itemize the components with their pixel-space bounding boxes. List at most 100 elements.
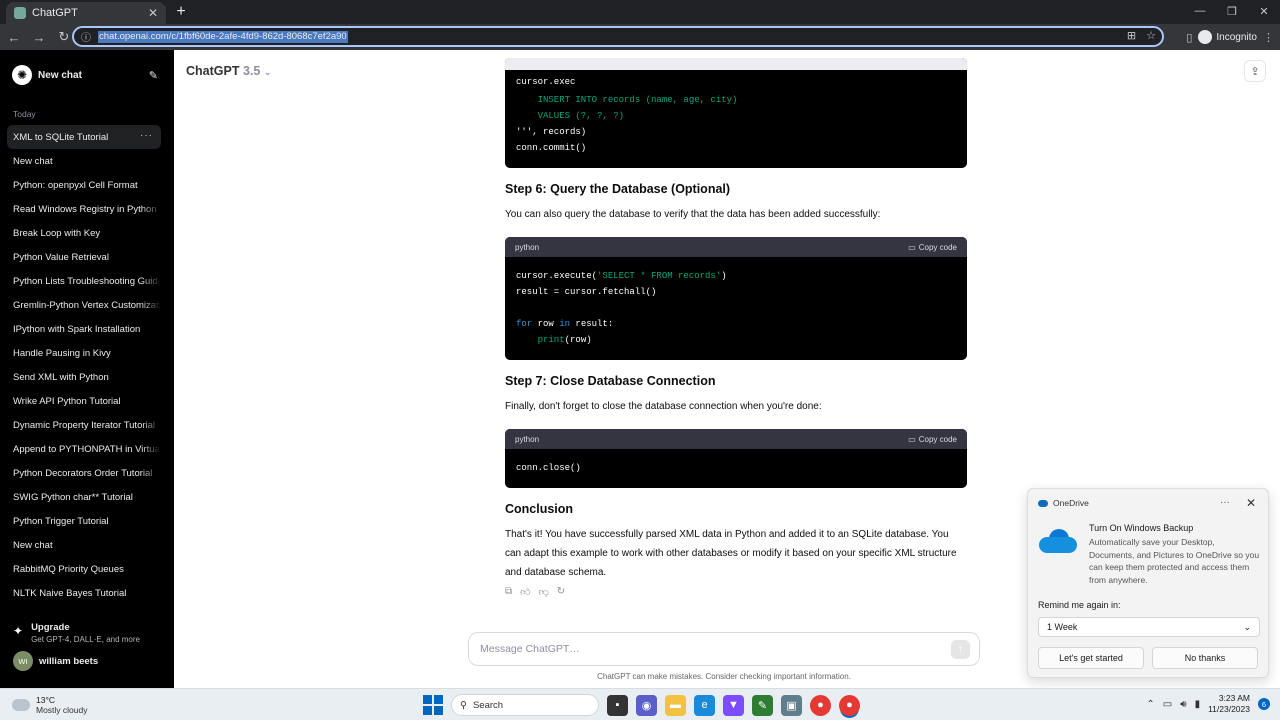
image-app-icon[interactable]: ▣	[781, 694, 802, 716]
search-icon: ⚲	[460, 699, 467, 711]
sidebar-item-label: New chat	[13, 155, 53, 167]
sidebar-item[interactable]: Python Value Retrieval	[7, 245, 161, 269]
sidebar-item[interactable]: IPython with Spark Installation	[7, 317, 161, 341]
incognito-profile[interactable]: Incognito	[1198, 30, 1257, 44]
browser-tab[interactable]: ChatGPT ✕	[6, 2, 166, 24]
close-icon[interactable]: ✕	[1246, 496, 1256, 510]
incognito-icon	[1198, 30, 1213, 44]
sidebar-item-active[interactable]: XML to SQLite Tutorial ···	[7, 125, 161, 149]
code-language: python	[515, 242, 540, 252]
sidebar-item-label: Handle Pausing in Kivy	[13, 347, 111, 359]
notification-badge[interactable]: 6	[1258, 698, 1270, 710]
user-menu[interactable]: WI william beets	[13, 651, 98, 671]
restore-button[interactable]: ❐	[1216, 0, 1248, 22]
toast-title: Turn On Windows Backup	[1089, 523, 1194, 533]
weather-widget[interactable]: 13°C Mostly cloudy	[12, 695, 88, 715]
user-name: william beets	[39, 655, 99, 667]
window-controls: — ❐ ✕	[1184, 0, 1280, 24]
no-thanks-button[interactable]: No thanks	[1152, 647, 1258, 669]
upgrade-button[interactable]: ✦ Upgrade Get GPT-4, DALL·E, and more	[13, 622, 140, 644]
copy-code-button[interactable]: ▭ Copy code	[908, 435, 957, 444]
teams-chat-icon[interactable]: ◉	[636, 694, 657, 716]
sidebar-item[interactable]: Python: openpyxl Cell Format	[7, 173, 161, 197]
more-options-icon[interactable]: ···	[1220, 497, 1230, 508]
code-block: cursor.executemany( INSERT INTO records …	[505, 58, 967, 168]
send-button[interactable]: ↑	[951, 640, 970, 659]
network-icon[interactable]: ▭	[1163, 699, 1172, 710]
url-text[interactable]: chat.openai.com/c/1fbf60de-2afe-4fd9-862…	[98, 30, 348, 43]
notepad-app-icon[interactable]: ✎	[752, 694, 773, 716]
sidebar-item[interactable]: Send XML with Python	[7, 365, 161, 389]
conclusion-heading: Conclusion	[505, 502, 574, 516]
date: 11/23/2023	[1208, 704, 1250, 714]
windows-start-icon[interactable]	[423, 695, 443, 715]
sidebar-item[interactable]: NLTK Naive Bayes Tutorial	[7, 581, 161, 605]
edge-icon[interactable]: e	[694, 694, 715, 716]
task-view-icon[interactable]: ▪	[607, 694, 628, 716]
back-button[interactable]: ←	[3, 26, 25, 48]
sidebar-item[interactable]: Wrike API Python Tutorial	[7, 389, 161, 413]
sidebar-item[interactable]: Python Lists Troubleshooting Guide	[7, 269, 161, 293]
message-input[interactable]	[480, 643, 920, 655]
sidebar-item[interactable]: Handle Pausing in Kivy	[7, 341, 161, 365]
sidebar-item[interactable]: Python Trigger Tutorial	[7, 509, 161, 533]
sidebar-item[interactable]: Append to PYTHONPATH in Virtualenv	[7, 437, 161, 461]
sidebar-item[interactable]: New chat	[7, 533, 161, 557]
more-options-icon[interactable]: ···	[140, 130, 153, 141]
toast-app-name: OneDrive	[1053, 498, 1089, 508]
thumbs-down-icon[interactable]: 👎︎	[539, 586, 549, 598]
upgrade-subtitle: Get GPT-4, DALL·E, and more	[31, 635, 140, 644]
new-chat-button[interactable]: ✺ New chat ✎	[6, 62, 164, 88]
sidebar-item-label: Send XML with Python	[13, 371, 109, 383]
clock[interactable]: 3:23 AM 11/23/2023	[1208, 693, 1250, 715]
regenerate-icon[interactable]: ↻	[557, 586, 565, 598]
sidepanel-icon[interactable]: ▯	[1186, 31, 1192, 44]
chrome-icon[interactable]: ●	[810, 694, 831, 716]
share-button[interactable]: ⇪	[1244, 60, 1266, 82]
forward-button[interactable]: →	[28, 26, 50, 48]
sidebar-item[interactable]: Read Windows Registry in Python	[7, 197, 161, 221]
battery-icon[interactable]: ▮	[1195, 699, 1201, 710]
sidebar-item[interactable]: SWIG Python char** Tutorial	[7, 485, 161, 509]
toast-header: OneDrive	[1038, 498, 1089, 508]
copy-icon[interactable]: ⧉	[505, 586, 512, 598]
history-section-label: Today	[13, 109, 36, 119]
chevron-down-icon: ⌄	[263, 67, 272, 77]
menu-kebab-icon[interactable]: ⋮	[1263, 31, 1274, 44]
lets-get-started-button[interactable]: Let's get started	[1038, 647, 1144, 669]
new-chat-label: New chat	[38, 69, 82, 81]
sidebar-item[interactable]: Python Decorators Order Tutorial	[7, 461, 161, 485]
chatgpt-favicon-icon	[14, 7, 26, 19]
bookmark-star-icon[interactable]: ☆	[1146, 29, 1156, 42]
site-info-icon[interactable]: ⓘ	[80, 31, 92, 44]
vpn-app-icon[interactable]: ▼	[723, 694, 744, 716]
system-tray: ⌃ ▭ 🔊︎ ▮ 3:23 AM 11/23/2023 6	[1146, 693, 1270, 715]
sidebar-item[interactable]: Dynamic Property Iterator Tutorial	[7, 413, 161, 437]
model-selector[interactable]: ChatGPT 3.5 ⌄	[186, 64, 271, 78]
file-explorer-icon[interactable]: ▬	[665, 694, 686, 716]
code-header: python ▭ Copy code	[505, 237, 967, 257]
copy-code-button[interactable]: ▭ Copy code	[908, 243, 957, 252]
sidebar-item[interactable]: Gremlin-Python Vertex Customization	[7, 293, 161, 317]
address-bar[interactable]: ⓘ chat.openai.com/c/1fbf60de-2afe-4fd9-8…	[72, 26, 1164, 47]
thumbs-up-icon[interactable]: 👍︎	[520, 586, 530, 598]
chevron-up-icon[interactable]: ⌃	[1146, 699, 1154, 710]
remind-dropdown[interactable]: 1 Week ⌄	[1038, 617, 1260, 637]
new-tab-button[interactable]: +	[172, 2, 190, 22]
chat-history-list: XML to SQLite Tutorial ··· New chat Pytho…	[7, 125, 161, 605]
code-line: ''', records)	[516, 127, 587, 137]
window-close-button[interactable]: ✕	[1248, 0, 1280, 22]
browser-tabbar: ChatGPT ✕ + — ❐ ✕	[0, 0, 1280, 24]
minimize-button[interactable]: —	[1184, 0, 1216, 22]
edit-icon[interactable]: ✎	[149, 69, 158, 82]
qr-icon[interactable]: ⊞	[1127, 29, 1136, 42]
chrome-incognito-icon[interactable]: ●	[839, 694, 860, 716]
taskbar-search[interactable]: ⚲ Search	[451, 694, 599, 716]
sidebar-item[interactable]: New chat	[7, 149, 161, 173]
tab-close-icon[interactable]: ✕	[148, 7, 158, 19]
volume-icon[interactable]: 🔊︎	[1180, 699, 1186, 710]
upgrade-title: Upgrade	[31, 622, 70, 633]
incognito-label: Incognito	[1216, 31, 1257, 43]
sidebar-item[interactable]: RabbitMQ Priority Queues	[7, 557, 161, 581]
sidebar-item[interactable]: Break Loop with Key	[7, 221, 161, 245]
